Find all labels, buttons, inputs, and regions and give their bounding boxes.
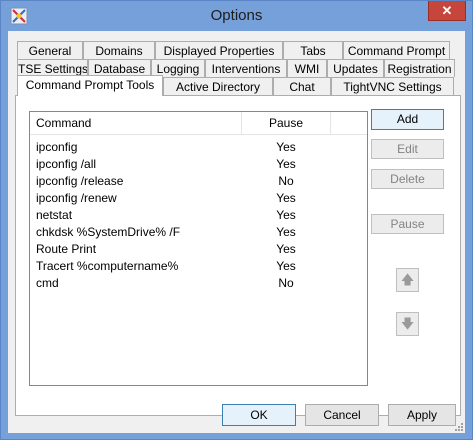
close-icon: ✕	[441, 3, 453, 18]
list-item[interactable]: ipconfig /release No	[30, 173, 367, 190]
tab-tightvnc-settings[interactable]: TightVNC Settings	[331, 77, 454, 95]
list-item[interactable]: ipconfig /renew Yes	[30, 190, 367, 207]
arrow-up-icon: 🡅	[400, 272, 415, 287]
list-item[interactable]: Tracert %computername% Yes	[30, 258, 367, 275]
tab-active-directory[interactable]: Active Directory	[163, 77, 273, 95]
list-header: Command Pause	[30, 112, 367, 135]
command-cell: ipconfig /all	[36, 157, 97, 171]
command-cell: chkdsk %SystemDrive% /F	[36, 225, 181, 239]
pause-cell: No	[278, 276, 294, 290]
command-cell: netstat	[36, 208, 73, 222]
pause-cell: Yes	[276, 191, 296, 205]
tab-command-prompt-tools[interactable]: Command Prompt Tools	[17, 75, 163, 96]
resize-grip-icon[interactable]	[453, 421, 463, 431]
list-item[interactable]: netstat Yes	[30, 207, 367, 224]
tab-tabs[interactable]: Tabs	[283, 41, 343, 59]
arrow-down-icon: 🡇	[400, 316, 415, 331]
command-cell: ipconfig	[36, 140, 78, 154]
list-item[interactable]: chkdsk %SystemDrive% /F Yes	[30, 224, 367, 241]
pause-cell: Yes	[276, 259, 296, 273]
column-header-command[interactable]: Command	[30, 112, 242, 134]
command-cell: cmd	[36, 276, 59, 290]
command-cell: Route Print	[36, 242, 97, 256]
apply-button[interactable]: Apply	[388, 404, 456, 426]
list-item[interactable]: Route Print Yes	[30, 241, 367, 258]
move-down-button[interactable]: 🡇	[396, 312, 419, 336]
list-item[interactable]: ipconfig /all Yes	[30, 156, 367, 173]
tab-displayed-properties[interactable]: Displayed Properties	[155, 41, 283, 59]
pause-cell: Yes	[276, 242, 296, 256]
window-title: Options	[210, 7, 263, 24]
tab-updates[interactable]: Updates	[327, 59, 384, 77]
command-cell: Tracert %computername%	[36, 259, 179, 273]
tab-domains[interactable]: Domains	[83, 41, 155, 59]
pause-cell: Yes	[276, 140, 296, 154]
tab-wmi[interactable]: WMI	[287, 59, 327, 77]
close-button[interactable]: ✕	[428, 1, 466, 21]
list-item[interactable]: cmd No	[30, 275, 367, 292]
command-cell: ipconfig /release	[36, 174, 124, 188]
command-list[interactable]: Command Pause ipconfig Yes ipconfig /all Y…	[29, 111, 368, 386]
tab-interventions[interactable]: Interventions	[205, 59, 287, 77]
pause-cell: No	[278, 174, 294, 188]
options-window: Options ✕ General Domains Displayed Prop…	[0, 0, 473, 440]
pause-button[interactable]: Pause	[371, 214, 444, 234]
ok-button[interactable]: OK	[222, 404, 296, 426]
tab-general[interactable]: General	[17, 41, 83, 59]
command-cell: ipconfig /renew	[36, 191, 117, 205]
title-bar[interactable]: Options ✕	[1, 1, 472, 31]
tab-command-prompt[interactable]: Command Prompt	[343, 41, 450, 59]
dialog-client-area: General Domains Displayed Properties Tab…	[8, 31, 465, 433]
move-up-button[interactable]: 🡅	[396, 268, 419, 292]
pause-cell: Yes	[276, 208, 296, 222]
list-item[interactable]: ipconfig Yes	[30, 139, 367, 156]
tab-registration[interactable]: Registration	[384, 59, 455, 77]
pause-cell: Yes	[276, 225, 296, 239]
add-button[interactable]: Add	[371, 109, 444, 130]
tab-chat[interactable]: Chat	[273, 77, 331, 95]
delete-button[interactable]: Delete	[371, 169, 444, 189]
edit-button[interactable]: Edit	[371, 139, 444, 159]
cancel-button[interactable]: Cancel	[305, 404, 379, 426]
pause-cell: Yes	[276, 157, 296, 171]
column-header-pause[interactable]: Pause	[242, 112, 331, 134]
